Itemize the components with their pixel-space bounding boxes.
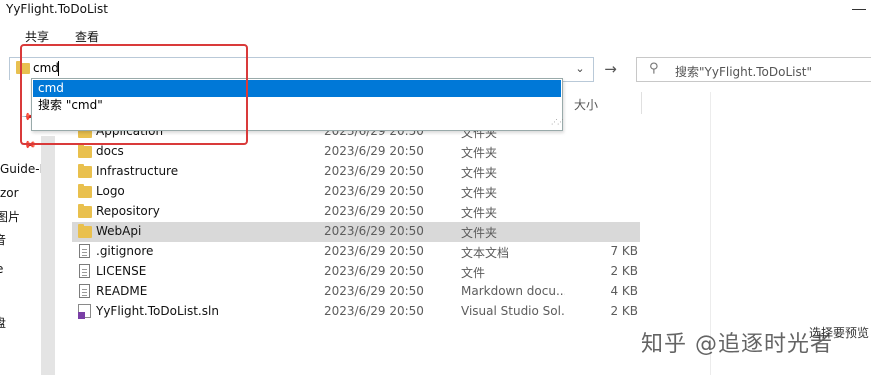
file-date: 2023/6/29 20:50: [324, 264, 424, 278]
text-file-icon: [79, 244, 90, 258]
file-type: 文本文档: [461, 246, 510, 260]
file-type: Visual Studio Sol...: [461, 304, 565, 318]
file-date: 2023/6/29 20:50: [324, 304, 424, 318]
preview-hint: 选择要预览: [809, 326, 870, 340]
folder-icon: [78, 204, 92, 218]
file-name: YyFlight.ToDoList.sln: [96, 304, 219, 318]
nav-item[interactable]: 音: [0, 231, 6, 248]
markdown-file-icon: [79, 284, 90, 298]
file-row[interactable]: Repository 2023/6/29 20:50 文件夹: [72, 202, 640, 222]
file-name: Repository: [96, 204, 160, 218]
file-type: Markdown docu...: [461, 284, 565, 298]
watermark: 知乎 @追逐时光者: [641, 332, 833, 357]
file-date: 2023/6/29 20:50: [324, 224, 424, 238]
search-input[interactable]: 搜索"YyFlight.ToDoList": [675, 63, 812, 80]
folder-icon: [78, 224, 92, 238]
file-date: 2023/6/29 20:50: [324, 164, 424, 178]
file-row[interactable]: WebApi 2023/6/29 20:50 文件夹: [72, 222, 640, 242]
nav-item[interactable]: 盘: [0, 314, 6, 331]
file-type: 文件: [461, 266, 486, 280]
file-size: 2 KB: [610, 304, 638, 318]
file-date: 2023/6/29 20:50: [324, 144, 424, 158]
file-name: .gitignore: [96, 244, 154, 258]
file-type: 文件夹: [461, 226, 498, 240]
file-size: 7 KB: [610, 244, 638, 258]
nav-item[interactable]: zor: [0, 186, 19, 200]
file-type: 文件夹: [461, 186, 498, 200]
file-name: README: [96, 284, 148, 298]
file-icon: [79, 264, 90, 278]
chevron-down-icon[interactable]: ⌄: [571, 60, 589, 78]
file-name: Logo: [96, 184, 125, 198]
file-size: 2 KB: [610, 264, 638, 278]
go-button[interactable]: →: [598, 57, 623, 82]
nav-item[interactable]: Guide-L: [0, 162, 46, 176]
folder-icon: [78, 184, 92, 198]
file-row[interactable]: YyFlight.ToDoList.sln 2023/6/29 20:50 Visu…: [72, 302, 640, 322]
annotation-highlight-box: [20, 44, 248, 145]
file-row[interactable]: README 2023/6/29 20:50 Markdown docu... 4 K…: [72, 282, 640, 302]
nav-item[interactable]: e: [0, 262, 3, 276]
file-type: 文件夹: [461, 146, 498, 160]
window-title: YyFlight.ToDoList: [6, 2, 108, 16]
file-type: 文件夹: [461, 206, 498, 220]
file-name: docs: [96, 144, 124, 158]
file-date: 2023/6/29 20:50: [324, 244, 424, 258]
folder-icon: [78, 144, 92, 158]
solution-file-icon: [78, 304, 91, 319]
file-size: 4 KB: [610, 284, 638, 298]
file-row[interactable]: LICENSE 2023/6/29 20:50 文件 2 KB: [72, 262, 640, 282]
file-row[interactable]: Infrastructure 2023/6/29 20:50 文件夹: [72, 162, 640, 182]
minimize-icon[interactable]: [852, 9, 866, 10]
file-date: 2023/6/29 20:50: [324, 204, 424, 218]
file-type: 文件夹: [461, 166, 498, 180]
file-date: 2023/6/29 20:50: [324, 184, 424, 198]
search-icon: ⚲: [649, 61, 659, 76]
column-header-size[interactable]: 大小: [574, 96, 598, 113]
menu-share[interactable]: 共享: [25, 28, 49, 45]
nav-scrollbar[interactable]: [41, 136, 55, 375]
file-date: 2023/6/29 20:50: [324, 284, 424, 298]
file-row[interactable]: docs 2023/6/29 20:50 文件夹: [72, 142, 640, 162]
column-divider[interactable]: [641, 92, 642, 114]
search-box[interactable]: ⚲ 搜索"YyFlight.ToDoList": [636, 57, 871, 82]
nav-item[interactable]: 图片: [0, 208, 20, 225]
file-row[interactable]: Logo 2023/6/29 20:50 文件夹: [72, 182, 640, 202]
file-name: LICENSE: [96, 264, 147, 278]
file-name: Infrastructure: [96, 164, 179, 178]
file-row[interactable]: .gitignore 2023/6/29 20:50 文本文档 7 KB: [72, 242, 640, 262]
file-name: WebApi: [96, 224, 142, 238]
resize-grip-icon[interactable]: ⋰⋰: [551, 118, 564, 126]
folder-icon: [78, 164, 92, 178]
menu-view[interactable]: 查看: [75, 28, 99, 45]
